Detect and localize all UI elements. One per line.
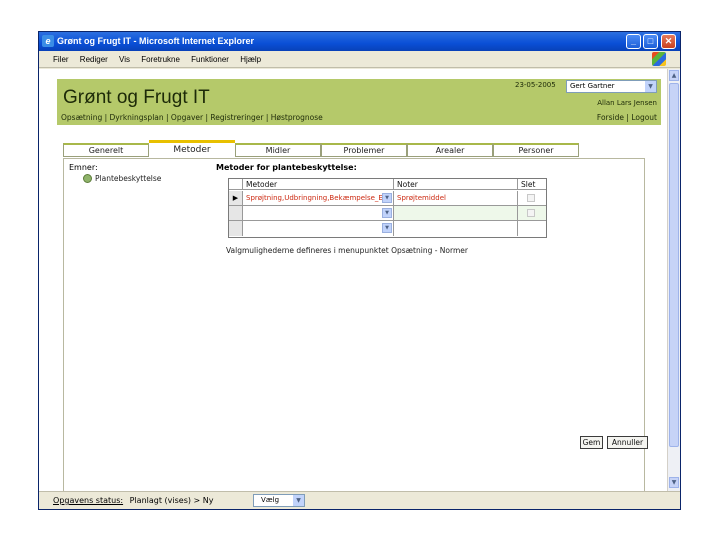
slet-checkbox-cell <box>518 191 546 206</box>
status-select[interactable]: Vælg ▼ <box>253 494 305 507</box>
slet-cell <box>518 221 546 236</box>
tab-problemer[interactable]: Problemer <box>321 143 407 157</box>
logged-in-user: Allan Lars Jensen <box>597 99 657 107</box>
internet-explorer-icon: e <box>42 35 54 47</box>
tab-metoder[interactable]: Metoder <box>149 140 235 159</box>
right-nav: Forside | Logout <box>597 113 657 122</box>
emne-plantebeskyttelse[interactable]: Plantebeskyttelse <box>83 174 161 183</box>
radio-bullet-icon[interactable] <box>83 174 92 183</box>
nav-separator: | <box>102 113 110 122</box>
window-title: Grønt og Frugt IT - Microsoft Internet E… <box>57 36 254 46</box>
scroll-up-icon[interactable]: ▲ <box>669 70 679 81</box>
page-content: Grønt og Frugt IT 23-05-2005 Gert Gartne… <box>39 69 667 491</box>
metoder-grid: Metoder Noter Slet ▶ Sprøjtning,Udbringn… <box>228 178 547 238</box>
row-selector[interactable] <box>229 221 243 236</box>
note-field[interactable]: Sprøjtemiddel <box>394 191 518 206</box>
tab-generelt[interactable]: Generelt <box>63 143 149 157</box>
windows-logo-icon <box>652 52 666 66</box>
metode-combo[interactable]: ▼ <box>243 206 394 221</box>
scroll-down-icon[interactable]: ▼ <box>669 477 679 488</box>
chevron-down-icon[interactable]: ▼ <box>382 193 392 203</box>
slet-checkbox-cell <box>518 206 546 221</box>
date-label: 23-05-2005 <box>515 81 556 89</box>
slet-checkbox[interactable] <box>527 209 535 217</box>
grid-corner <box>229 179 243 190</box>
app-header: Grønt og Frugt IT 23-05-2005 Gert Gartne… <box>57 79 661 125</box>
column-header-noter: Noter <box>394 179 518 190</box>
chevron-down-icon[interactable]: ▼ <box>293 495 304 506</box>
column-header-slet: Slet <box>518 179 546 190</box>
user-select-value: Gert Gartner <box>570 82 615 90</box>
title-bar: e Grønt og Frugt IT - Microsoft Internet… <box>39 32 680 51</box>
row-selector[interactable]: ▶ <box>229 191 243 206</box>
tab-arealer[interactable]: Arealer <box>407 143 493 157</box>
browser-window: e Grønt og Frugt IT - Microsoft Internet… <box>38 31 681 510</box>
metoder-panel: Emner: Plantebeskyttelse Metoder for pla… <box>63 158 648 491</box>
maximize-button[interactable]: □ <box>643 34 658 49</box>
nav-hoestprognose[interactable]: Høstprognose <box>271 113 323 122</box>
main-nav: Opsætning | Dyrkningsplan | Opgaver | Re… <box>61 113 323 122</box>
nav-logout[interactable]: Logout <box>631 113 657 122</box>
nav-opgaver[interactable]: Opgaver <box>171 113 203 122</box>
column-header-metoder: Metoder <box>243 179 394 190</box>
user-select[interactable]: Gert Gartner ▼ <box>566 80 657 93</box>
nav-separator: | <box>163 113 171 122</box>
status-value: Planlagt (vises) > Ny <box>129 496 214 505</box>
note-field[interactable] <box>394 206 518 221</box>
menu-view[interactable]: Vis <box>119 55 130 64</box>
minimize-button[interactable]: _ <box>626 34 641 49</box>
chevron-down-icon[interactable]: ▼ <box>382 223 392 233</box>
nav-registreringer[interactable]: Registreringer <box>210 113 263 122</box>
scrollbar-thumb[interactable] <box>669 83 679 447</box>
status-label: Opgavens status: <box>53 496 124 505</box>
emne-label: Plantebeskyttelse <box>95 174 162 183</box>
metode-value: Sprøjtning,Udbringning,Bekæmpelse_E <box>246 194 383 202</box>
tab-strip: Generelt Metoder Midler Problemer Areale… <box>63 140 579 159</box>
metode-combo[interactable]: Sprøjtning,Udbringning,Bekæmpelse_E ▼ <box>243 191 394 206</box>
save-button[interactable]: Gem <box>580 436 603 449</box>
chevron-down-icon[interactable]: ▼ <box>382 208 392 218</box>
menu-bar: Filer Rediger Vis Foretrukne Funktioner … <box>39 51 680 68</box>
nav-opsaetning[interactable]: Opsætning <box>61 113 102 122</box>
menu-file[interactable]: Filer <box>53 55 69 64</box>
app-title: Grønt og Frugt IT <box>63 87 210 108</box>
menu-help[interactable]: Hjælp <box>240 55 261 64</box>
chevron-down-icon[interactable]: ▼ <box>645 81 656 92</box>
note-field[interactable] <box>394 221 518 236</box>
row-selector[interactable] <box>229 206 243 221</box>
tab-midler[interactable]: Midler <box>235 143 321 157</box>
cancel-button[interactable]: Annuller <box>607 436 648 449</box>
nav-separator: | <box>263 113 271 122</box>
close-button[interactable]: ✕ <box>661 34 676 49</box>
status-select-value: Vælg <box>261 496 280 504</box>
menu-favorites[interactable]: Foretrukne <box>141 55 180 64</box>
metoder-heading: Metoder for plantebeskyttelse: <box>216 163 357 172</box>
emner-label: Emner: <box>69 163 98 172</box>
vertical-scrollbar[interactable]: ▲ ▼ <box>667 69 680 491</box>
slet-checkbox[interactable] <box>527 194 535 202</box>
info-text: Valgmulighederne defineres i menupunktet… <box>226 246 468 255</box>
menu-edit[interactable]: Rediger <box>80 55 108 64</box>
tab-personer[interactable]: Personer <box>493 143 579 157</box>
metode-combo[interactable]: ▼ <box>243 221 394 236</box>
nav-dyrkningsplan[interactable]: Dyrkningsplan <box>110 113 164 122</box>
menu-tools[interactable]: Funktioner <box>191 55 229 64</box>
nav-forside[interactable]: Forside <box>597 113 624 122</box>
status-bar: Opgavens status: Planlagt (vises) > Ny V… <box>39 491 680 509</box>
